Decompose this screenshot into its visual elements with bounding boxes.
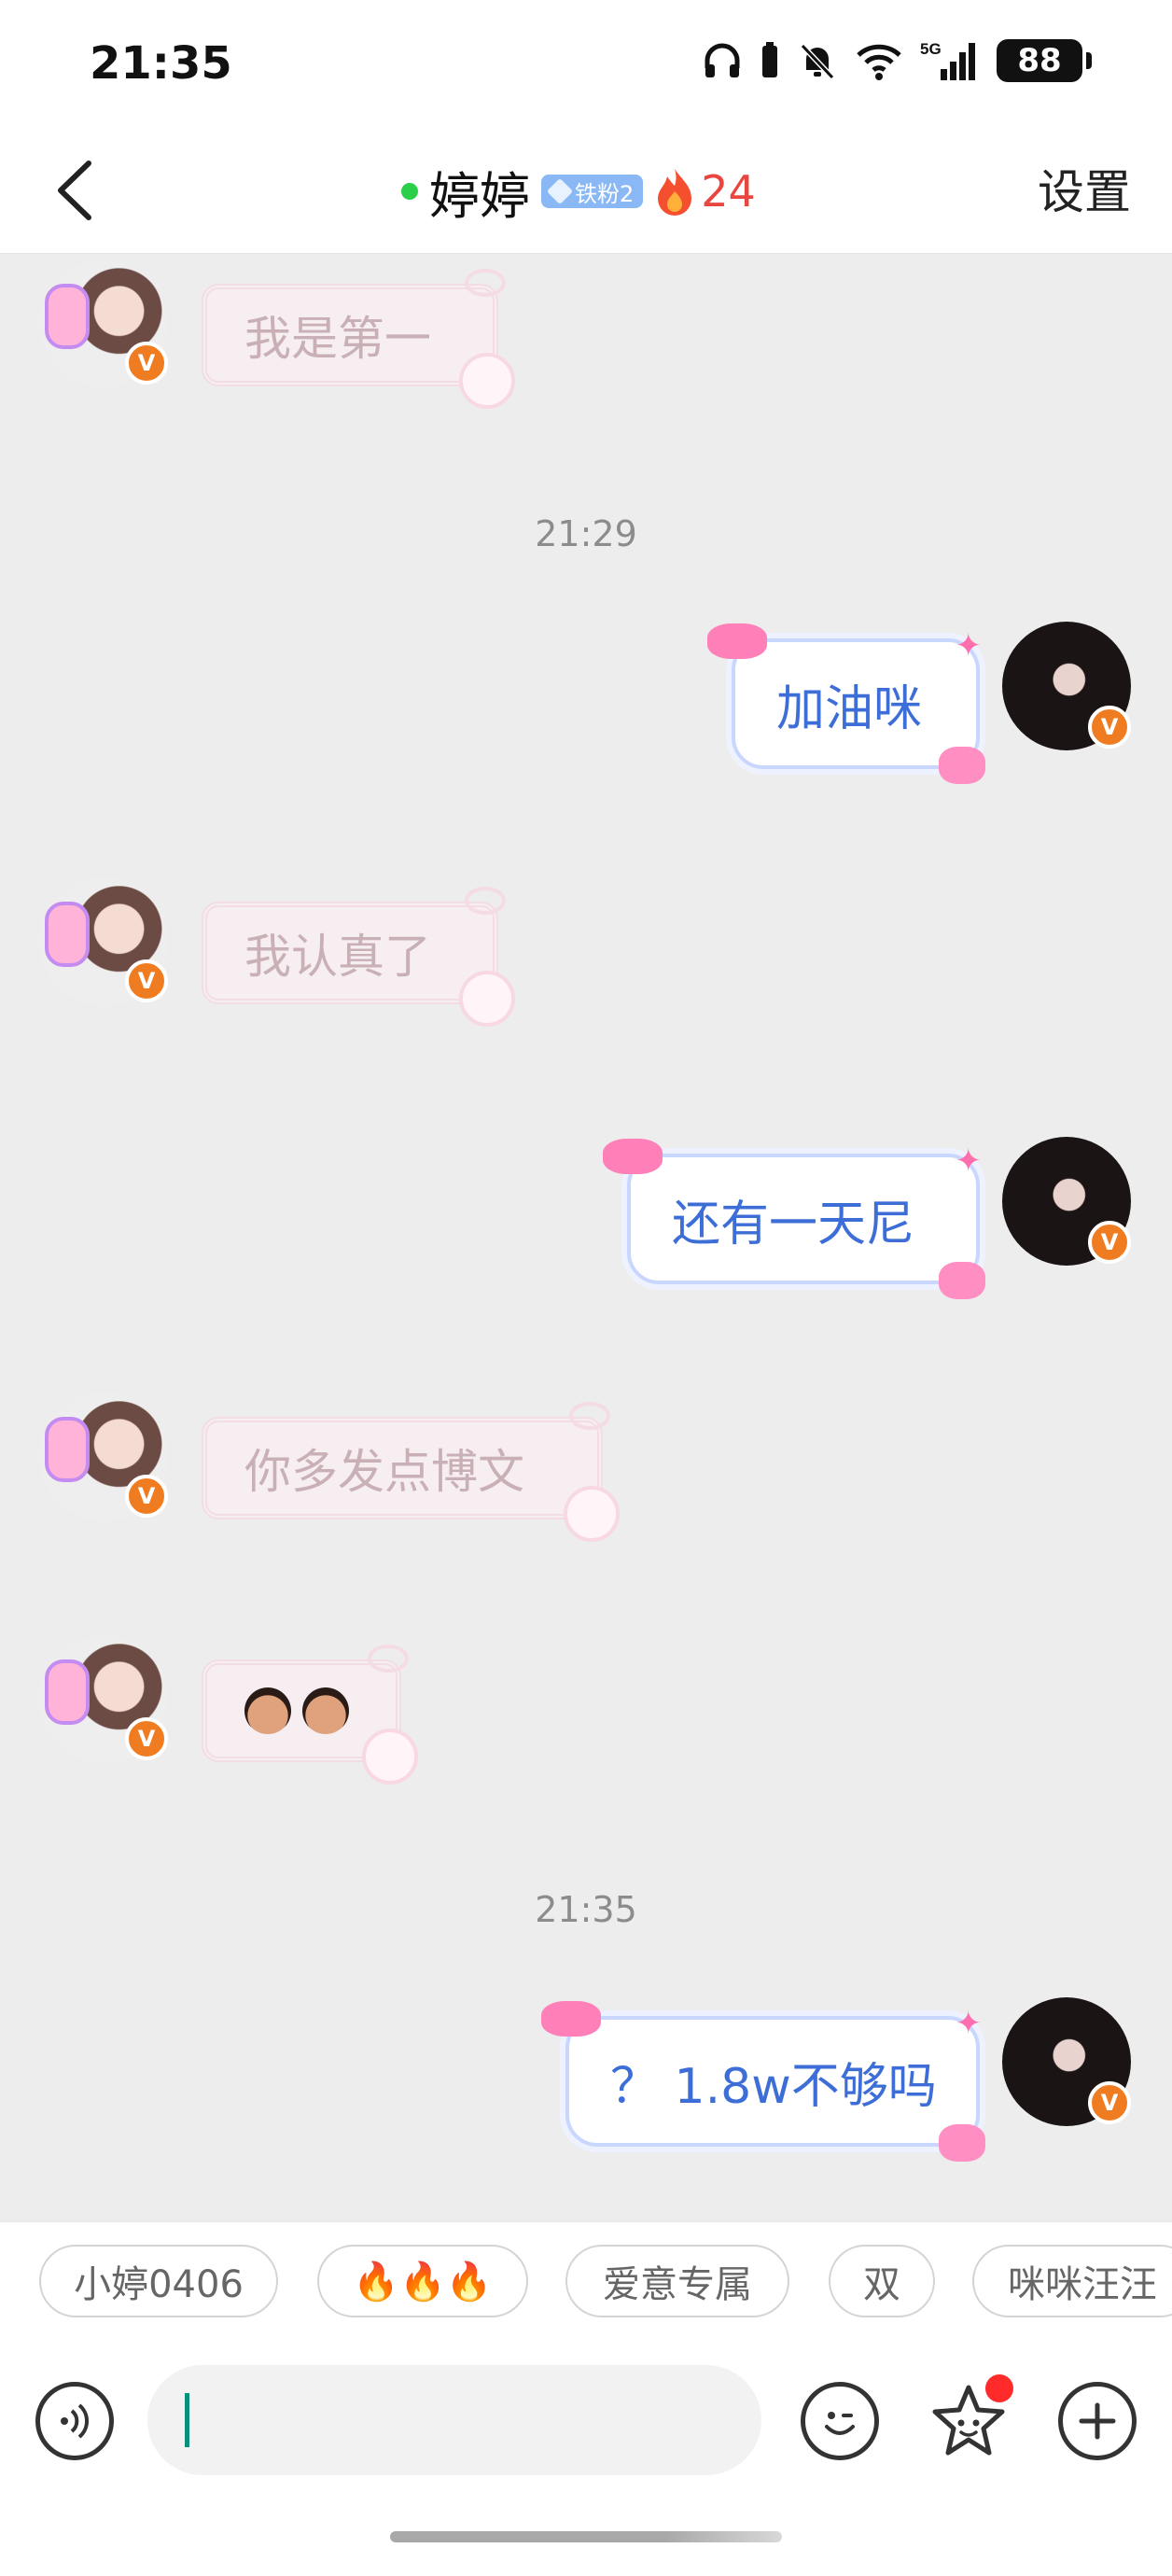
- bow-decoration: [569, 1402, 610, 1430]
- quick-reply-chip[interactable]: 双: [829, 2245, 935, 2317]
- avatar-bunny-decoration: [45, 284, 90, 349]
- pink-bow-decoration: [707, 623, 767, 659]
- headphones-icon: [705, 43, 740, 77]
- back-button[interactable]: [37, 153, 112, 228]
- message-bubble-received[interactable]: 我是第一: [202, 269, 515, 409]
- home-indicator[interactable]: [390, 2531, 782, 2542]
- message-input-bar: [0, 2333, 1172, 2520]
- message-text-input[interactable]: [147, 2365, 761, 2475]
- battery-level: 88: [1017, 42, 1062, 79]
- message-text: 我认真了: [244, 930, 431, 984]
- message-bubble-sent[interactable]: 还有一天尼 ✦: [603, 1139, 985, 1299]
- status-bar: 21:35 5G 88: [0, 0, 1172, 131]
- quick-reply-chip[interactable]: 咪咪汪汪: [972, 2245, 1172, 2317]
- pink-bow-decoration: [939, 1262, 985, 1299]
- message-bubble-sent[interactable]: ？ 1.8w不够吗 ✦: [541, 2001, 985, 2162]
- message-text: 加油咪: [776, 680, 923, 737]
- pink-bow-decoration: [541, 2001, 601, 2037]
- quick-reply-chip[interactable]: 小婷0406: [39, 2245, 278, 2317]
- verified-badge: V: [1088, 2081, 1131, 2124]
- fan-level-badge: 铁粉2: [541, 175, 644, 208]
- fan-badge-label: 铁粉2: [575, 180, 635, 207]
- emoji-button[interactable]: [801, 2382, 879, 2460]
- bow-decoration: [368, 1645, 409, 1673]
- message-timestamp: 21:35: [535, 1889, 637, 1930]
- bow-decoration: [465, 269, 506, 297]
- fire-streak: 24: [654, 166, 756, 217]
- online-status-dot: [401, 183, 418, 200]
- pink-bow-decoration: [603, 1139, 663, 1174]
- message-bubble-received[interactable]: 你多发点博文: [202, 1402, 620, 1542]
- quick-reply-chip[interactable]: 爱意专属: [565, 2245, 789, 2317]
- kid-sticker-icon: [244, 1687, 291, 1734]
- battery-indicator: 88: [997, 39, 1092, 82]
- fire-icon: [658, 169, 692, 216]
- kid-sticker-icon: [302, 1687, 349, 1734]
- more-button[interactable]: [1058, 2382, 1137, 2460]
- notification-dot: [985, 2374, 1013, 2402]
- verified-badge: V: [125, 1475, 168, 1518]
- status-icons: 5G 88: [702, 39, 1092, 82]
- message-text: ？ 1.8w不够吗: [610, 2058, 937, 2115]
- verified-badge: V: [125, 1717, 168, 1760]
- voice-icon: [61, 2403, 90, 2439]
- mute-bell-icon: [800, 43, 835, 80]
- plus-icon: [1079, 2402, 1116, 2440]
- chat-message-list[interactable]: V 我是第一 21:29 加油咪 ✦ V V 我认真了 还有一天尼 ✦ V V …: [0, 254, 1172, 2221]
- chat-header: 婷婷 铁粉2 24 设置: [0, 131, 1172, 254]
- quick-reply-bar[interactable]: 小婷0406 🔥🔥🔥 爱意专属 双 咪咪汪汪: [0, 2221, 1172, 2333]
- pink-bow-decoration: [939, 2124, 985, 2162]
- bunny-decoration: [362, 1729, 418, 1785]
- voice-button[interactable]: [35, 2382, 114, 2460]
- message-timestamp: 21:29: [535, 513, 637, 554]
- emoji-icon: [825, 2412, 855, 2435]
- message-text: 我是第一: [244, 312, 431, 366]
- contact-name: 婷婷: [429, 166, 530, 226]
- chat-title-area[interactable]: 婷婷 铁粉2 24: [401, 149, 756, 233]
- back-arrow-icon: [58, 161, 91, 220]
- battery-small-icon: [762, 42, 777, 77]
- message-text: 你多发点博文: [244, 1445, 524, 1499]
- diamond-icon: [546, 177, 574, 205]
- message-bubble-received[interactable]: 我认真了: [202, 887, 515, 1027]
- avatar-bunny-decoration: [45, 1417, 90, 1482]
- svg-text:5G: 5G: [920, 40, 942, 58]
- sparkle-icon: ✦: [955, 2005, 983, 2042]
- wifi-icon: [857, 44, 901, 80]
- bunny-decoration: [564, 1486, 620, 1542]
- text-caret: [185, 2393, 189, 2447]
- verified-badge: V: [1088, 706, 1131, 749]
- settings-button[interactable]: 设置: [1038, 153, 1131, 231]
- pink-bow-decoration: [939, 747, 985, 784]
- message-text: 还有一天尼: [672, 1196, 915, 1253]
- sparkle-icon: ✦: [955, 1142, 983, 1180]
- verified-badge: V: [1088, 1221, 1131, 1264]
- bow-decoration: [465, 887, 506, 915]
- bunny-decoration: [459, 971, 515, 1027]
- avatar-bunny-decoration: [45, 1659, 90, 1725]
- verified-badge: V: [125, 342, 168, 385]
- status-time: 21:35: [90, 37, 232, 90]
- sticker-message-received[interactable]: [202, 1645, 418, 1785]
- quick-reply-chip[interactable]: 🔥🔥🔥: [317, 2245, 528, 2317]
- sparkle-icon: ✦: [955, 627, 983, 665]
- signal-5g-icon: 5G: [920, 40, 975, 80]
- fire-count-number: 24: [701, 166, 756, 217]
- message-bubble-sent[interactable]: 加油咪 ✦: [707, 623, 985, 784]
- bunny-decoration: [459, 353, 515, 409]
- verified-badge: V: [125, 959, 168, 1002]
- favorites-button[interactable]: [929, 2374, 1013, 2460]
- avatar-bunny-decoration: [45, 902, 90, 967]
